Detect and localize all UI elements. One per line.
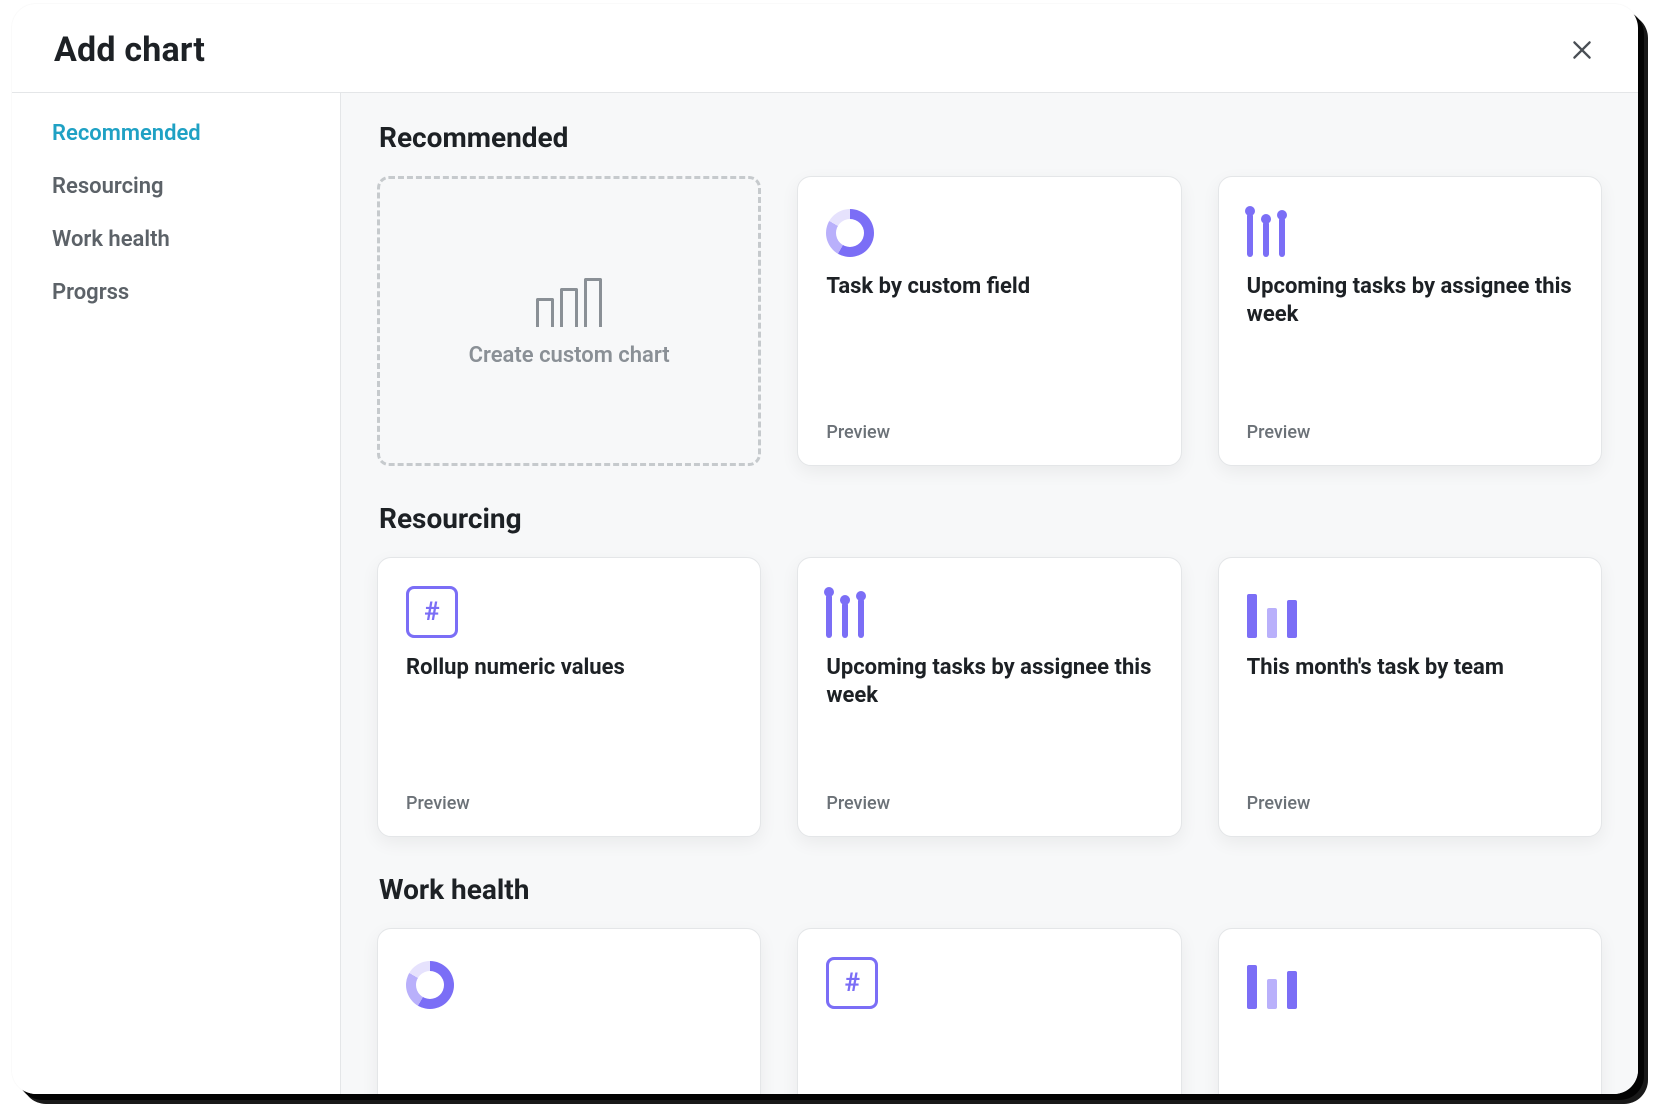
card-work-health-1[interactable]: [377, 928, 761, 1094]
lollipop-chart-icon: [1247, 203, 1573, 257]
card-title: This month's task by team: [1247, 654, 1573, 682]
donut-chart-icon: [406, 955, 732, 1009]
section-title-work-health: Work health: [379, 873, 1602, 906]
create-custom-chart-card[interactable]: Create custom chart: [377, 176, 761, 466]
section-title-resourcing: Resourcing: [379, 502, 1602, 535]
grid-work-health: [377, 928, 1602, 1094]
create-custom-chart-label: Create custom chart: [469, 343, 670, 368]
grid-resourcing: Rollup numeric values Preview: [377, 557, 1602, 837]
number-icon: [406, 584, 732, 638]
card-rollup-numeric[interactable]: Rollup numeric values Preview: [377, 557, 761, 837]
sidebar-nav: Recommended Resourcing Work health Progr…: [52, 121, 328, 305]
number-icon: [826, 955, 1152, 1009]
section-resourcing: Resourcing Rollup numeric values Preview: [377, 502, 1602, 837]
card-task-by-custom-field[interactable]: Task by custom field Preview: [797, 176, 1181, 466]
card-work-health-2[interactable]: [797, 928, 1181, 1094]
modal-title: Add chart: [54, 30, 205, 70]
sidebar-item-resourcing[interactable]: Resourcing: [52, 174, 328, 199]
content: Recommended Create custom chart Task by …: [341, 93, 1638, 1094]
section-work-health: Work health: [377, 873, 1602, 1094]
preview-link[interactable]: Preview: [826, 793, 1152, 814]
sidebar-item-progress[interactable]: Progrss: [52, 280, 328, 305]
sidebar: Recommended Resourcing Work health Progr…: [12, 93, 341, 1094]
preview-link[interactable]: Preview: [1247, 422, 1573, 443]
close-button[interactable]: [1562, 30, 1602, 70]
card-title: Upcoming tasks by assignee this week: [1247, 273, 1573, 328]
lollipop-chart-icon: [826, 584, 1152, 638]
preview-link[interactable]: Preview: [826, 422, 1152, 443]
sidebar-item-work-health[interactable]: Work health: [52, 227, 328, 252]
bar-chart-icon: [1247, 955, 1573, 1009]
card-title: Task by custom field: [826, 273, 1152, 301]
card-month-task-team[interactable]: This month's task by team Preview: [1218, 557, 1602, 837]
section-recommended: Recommended Create custom chart Task by …: [377, 121, 1602, 466]
preview-link[interactable]: Preview: [1247, 793, 1573, 814]
card-work-health-3[interactable]: [1218, 928, 1602, 1094]
card-title: Upcoming tasks by assignee this week: [826, 654, 1152, 709]
grid-recommended: Create custom chart Task by custom field…: [377, 176, 1602, 466]
modal-body: Recommended Resourcing Work health Progr…: [12, 93, 1638, 1094]
card-upcoming-tasks-assignee[interactable]: Upcoming tasks by assignee this week Pre…: [1218, 176, 1602, 466]
donut-chart-icon: [826, 203, 1152, 257]
sidebar-item-recommended[interactable]: Recommended: [52, 121, 328, 146]
preview-link[interactable]: Preview: [406, 793, 732, 814]
modal-header: Add chart: [12, 4, 1638, 93]
card-upcoming-tasks-assignee-2[interactable]: Upcoming tasks by assignee this week Pre…: [797, 557, 1181, 837]
close-icon: [1569, 37, 1595, 63]
section-title-recommended: Recommended: [379, 121, 1602, 154]
card-title: Rollup numeric values: [406, 654, 732, 682]
bar-outline-icon: [536, 279, 602, 327]
add-chart-modal: Add chart Recommended Resourcing Work he…: [12, 4, 1638, 1094]
bar-chart-icon: [1247, 584, 1573, 638]
